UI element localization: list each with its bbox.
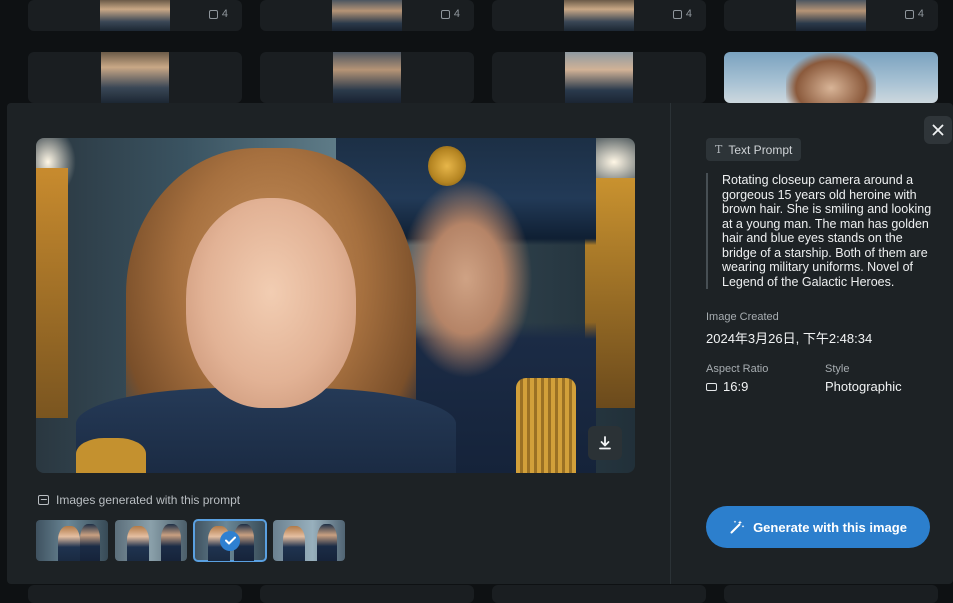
close-button[interactable] bbox=[924, 116, 952, 144]
close-icon bbox=[932, 124, 944, 136]
gallery-tile[interactable] bbox=[724, 52, 938, 103]
gallery-tile[interactable] bbox=[724, 585, 938, 603]
thumbnail-1[interactable] bbox=[36, 520, 108, 561]
gallery-tile[interactable] bbox=[28, 52, 242, 103]
style-value: Photographic bbox=[825, 379, 902, 394]
generate-with-image-button[interactable]: Generate with this image bbox=[706, 506, 930, 548]
image-preview-panel: Images generated with this prompt bbox=[7, 103, 670, 584]
thumbnail-3-selected[interactable] bbox=[193, 519, 267, 562]
download-icon bbox=[599, 436, 611, 450]
gallery-tile[interactable]: 4 bbox=[28, 0, 242, 31]
download-button[interactable] bbox=[588, 426, 622, 460]
image-count: 4 bbox=[440, 8, 460, 20]
gallery-tile[interactable] bbox=[260, 52, 474, 103]
thumbnail-4[interactable] bbox=[273, 520, 345, 561]
text-prompt-tag: T Text Prompt bbox=[706, 138, 802, 161]
images-icon bbox=[904, 9, 914, 19]
text-icon: T bbox=[715, 143, 723, 156]
gallery-tile[interactable] bbox=[28, 585, 242, 603]
style-label: Style bbox=[825, 363, 850, 375]
gallery-tile[interactable]: 4 bbox=[724, 0, 938, 31]
image-count: 4 bbox=[904, 8, 924, 20]
image-count: 4 bbox=[672, 8, 692, 20]
aspect-ratio-icon bbox=[706, 382, 717, 391]
images-icon bbox=[672, 9, 682, 19]
aspect-ratio-value: 16:9 bbox=[706, 379, 748, 394]
gallery-tile[interactable] bbox=[492, 52, 706, 103]
created-value: 2024年3月26日, 下午2:48:34 bbox=[706, 331, 873, 346]
details-panel: T Text Prompt Rotating closeup camera ar… bbox=[670, 103, 953, 584]
gallery-tile[interactable]: 4 bbox=[492, 0, 706, 31]
image-icon bbox=[38, 495, 49, 505]
image-detail-modal: Images generated with this prompt T Text… bbox=[7, 103, 953, 584]
created-label: Image Created bbox=[706, 311, 779, 323]
thumbnail-strip bbox=[36, 519, 345, 562]
gallery-tile[interactable]: 4 bbox=[260, 0, 474, 31]
prompt-text: Rotating closeup camera around a gorgeou… bbox=[706, 173, 936, 289]
generated-images-label: Images generated with this prompt bbox=[38, 493, 240, 507]
aspect-ratio-label: Aspect Ratio bbox=[706, 363, 769, 375]
thumbnail-2[interactable] bbox=[115, 520, 187, 561]
gallery-tile[interactable] bbox=[260, 585, 474, 603]
main-image bbox=[36, 138, 635, 473]
checkmark-icon bbox=[220, 530, 240, 551]
magic-wand-icon bbox=[730, 520, 745, 534]
images-icon bbox=[440, 9, 450, 19]
image-count: 4 bbox=[208, 8, 228, 20]
images-icon bbox=[208, 9, 218, 19]
gallery-tile[interactable] bbox=[492, 585, 706, 603]
